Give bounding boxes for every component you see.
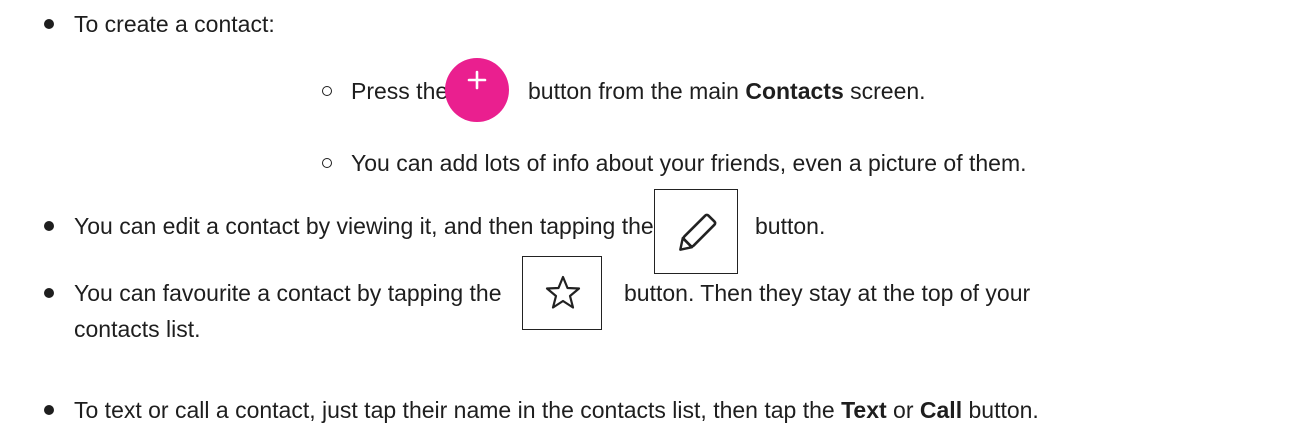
text-call-middle: or — [886, 397, 920, 423]
edit-label-before: You can edit a contact by viewing it, an… — [74, 213, 654, 239]
bullet-text-call — [44, 405, 54, 415]
plus-icon — [467, 70, 487, 90]
favourite-text-after: button. Then they stay at the top of you… — [624, 278, 1030, 308]
press-text-after: button from the main Contacts screen. — [528, 76, 926, 106]
text-button-name: Text — [841, 397, 887, 423]
text-call-suffix: button. — [962, 397, 1039, 423]
pencil-icon — [679, 213, 717, 251]
create-contact-label: To create a contact: — [74, 11, 275, 37]
info-text: You can add lots of info about your frie… — [351, 148, 1027, 178]
bullet-favourite — [44, 288, 54, 298]
star-icon — [545, 275, 581, 309]
edit-button[interactable] — [654, 189, 738, 274]
favourite-label-before: You can favourite a contact by tapping t… — [74, 280, 502, 306]
press-label-before: Press the — [351, 78, 449, 104]
edit-text-before: You can edit a contact by viewing it, an… — [74, 211, 654, 241]
press-label-after-prefix: button from the main — [528, 78, 746, 104]
add-contact-button[interactable] — [445, 58, 509, 122]
favourite-label-continuation: contacts list. — [74, 316, 201, 342]
edit-text-after: button. — [755, 211, 825, 241]
favourite-button[interactable] — [522, 256, 602, 330]
bullet-create — [44, 19, 54, 29]
bullet-edit — [44, 221, 54, 231]
text-call-text: To text or call a contact, just tap thei… — [74, 395, 1039, 425]
text-call-prefix: To text or call a contact, just tap thei… — [74, 397, 842, 423]
subbullet-info — [322, 158, 332, 168]
contacts-screen-name: Contacts — [745, 78, 844, 104]
edit-label-after: button. — [755, 213, 826, 239]
favourite-text-continuation: contacts list. — [74, 314, 201, 344]
call-button-name: Call — [919, 397, 963, 423]
create-contact-text: To create a contact: — [74, 9, 275, 39]
favourite-text-before: You can favourite a contact by tapping t… — [74, 278, 502, 308]
press-text-before: Press the — [351, 76, 448, 106]
subbullet-press — [322, 86, 332, 96]
info-label: You can add lots of info about your frie… — [351, 150, 1027, 176]
press-label-after-suffix: screen. — [843, 78, 926, 104]
favourite-label-after: button. Then they stay at the top of you… — [624, 280, 1031, 306]
